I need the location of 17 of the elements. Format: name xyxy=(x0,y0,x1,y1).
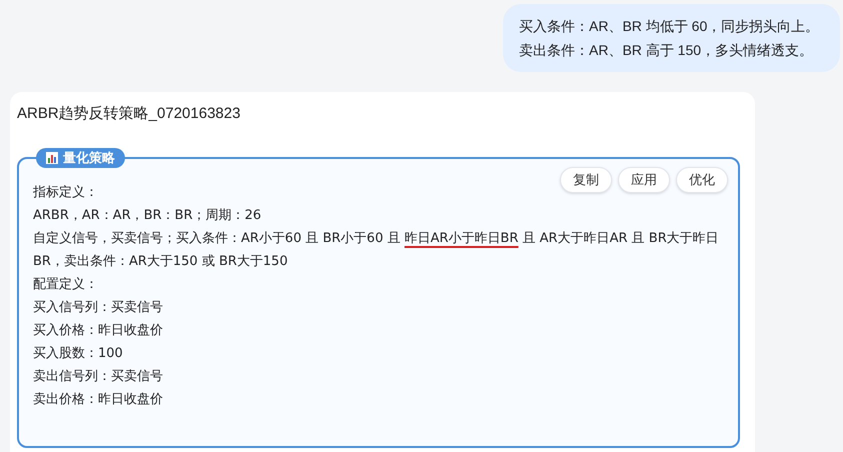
badge-label: 量化策略 xyxy=(63,149,115,168)
strategy-line: 自定义信号，买卖信号；买入条件：AR小于60 且 BR小于60 且 昨日AR小于昨日BR 且 AR大于昨日AR 且 BR大于昨日BR，卖出条件：AR大于150 或 BR大于150 xyxy=(33,230,720,271)
strategy-title: ARBR趋势反转策略_0720163823 xyxy=(17,104,242,124)
strategy-line: ARBR，AR：AR，BR：BR；周期：26 xyxy=(33,207,262,225)
strategy-line: 卖出信号列：买卖信号 xyxy=(33,368,164,386)
action-button[interactable]: 优化 xyxy=(676,167,728,193)
strategy-line: 配置定义： xyxy=(33,276,99,294)
strategy-line: 卖出价格：昨日收盘价 xyxy=(33,391,164,409)
strategy-line: 指标定义： xyxy=(33,184,99,202)
strategy-line: 买入信号列：买卖信号 xyxy=(33,299,164,317)
action-button[interactable]: 复制 xyxy=(560,167,612,193)
message-text: 卖出条件：AR、BR 高于 150，多头情绪透支。 xyxy=(519,41,814,60)
bar-chart-icon xyxy=(46,152,58,164)
strategy-line: 买入股数：100 xyxy=(33,345,124,363)
action-button[interactable]: 应用 xyxy=(618,167,670,193)
message-text: 买入条件：AR、BR 均低于 60，同步拐头向上。 xyxy=(519,17,820,36)
strategy-line: 买入价格：昨日收盘价 xyxy=(33,322,164,340)
